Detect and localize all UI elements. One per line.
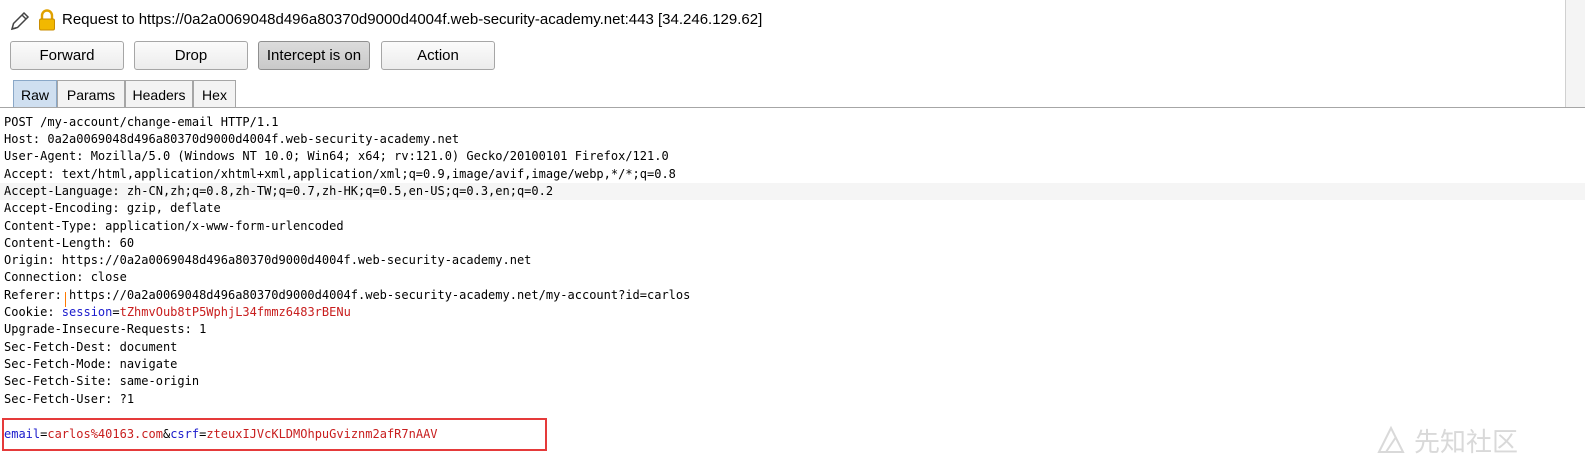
header-accept: Accept: text/html,application/xhtml+xml,… [4, 167, 676, 181]
tab-headers[interactable]: Headers [125, 80, 193, 108]
cookie-value: tZhmvOub8tP5WphjL34fmmz6483rBENu [119, 305, 351, 319]
watermark-text: 先知社区 [1414, 426, 1519, 457]
header-content-type: Content-Type: application/x-www-form-url… [4, 219, 344, 233]
header-accept-language: Accept-Language: zh-CN,zh;q=0.8,zh-TW;q=… [4, 183, 553, 200]
header-accept-encoding: Accept-Encoding: gzip, deflate [4, 201, 221, 215]
watermark: 先知社区 [1376, 420, 1566, 460]
header-connection: Connection: close [4, 270, 127, 284]
header-sec-fetch-dest: Sec-Fetch-Dest: document [4, 340, 178, 354]
header-host: Host: 0a2a0069048d496a80370d9000d4004f.w… [4, 132, 460, 146]
accept-language-part-b: nguage: zh-CN,zh;q=0.8,zh-TW;q=0.7,zh-HK… [69, 184, 554, 198]
header-cookie: Cookie: session=tZhmvOub8tP5WphjL34fmmz6… [4, 304, 351, 321]
tab-hex[interactable]: Hex [193, 80, 236, 108]
drop-button[interactable]: Drop [134, 41, 248, 70]
accept-language-part-a: Accept-La [4, 184, 70, 198]
tab-raw[interactable]: Raw [13, 80, 57, 108]
header-origin: Origin: https://0a2a0069048d496a80370d90… [4, 253, 532, 267]
header-upgrade-insecure: Upgrade-Insecure-Requests: 1 [4, 322, 207, 336]
header-user-agent: User-Agent: Mozilla/5.0 (Windows NT 10.0… [4, 149, 669, 163]
watermark-logo-icon [1377, 425, 1405, 453]
request-target-title: Request to https://0a2a0069048d496a80370… [62, 11, 763, 28]
tab-params[interactable]: Params [57, 80, 125, 108]
intercept-toggle-button[interactable]: Intercept is on [258, 41, 370, 70]
header-sec-fetch-site: Sec-Fetch-Site: same-origin [4, 374, 200, 388]
cookie-name: session [61, 305, 113, 319]
request-title-bar: Request to https://0a2a0069048d496a80370… [0, 0, 1585, 40]
highlight-box [2, 418, 547, 451]
header-content-length: Content-Length: 60 [4, 236, 135, 250]
header-referer: Referer: https://0a2a0069048d496a80370d9… [4, 288, 691, 302]
cookie-prefix: Cookie: [4, 305, 62, 319]
header-sec-fetch-user: Sec-Fetch-User: ?1 [4, 392, 135, 406]
pencil-icon[interactable] [8, 9, 32, 33]
lock-icon [39, 9, 55, 31]
vertical-scrollbar[interactable] [1565, 0, 1585, 108]
cookie-equals: = [112, 305, 120, 319]
action-button[interactable]: Action [381, 41, 495, 70]
forward-button[interactable]: Forward [10, 41, 124, 70]
header-sec-fetch-mode: Sec-Fetch-Mode: navigate [4, 357, 178, 371]
request-line: POST /my-account/change-email HTTP/1.1 [4, 115, 279, 129]
